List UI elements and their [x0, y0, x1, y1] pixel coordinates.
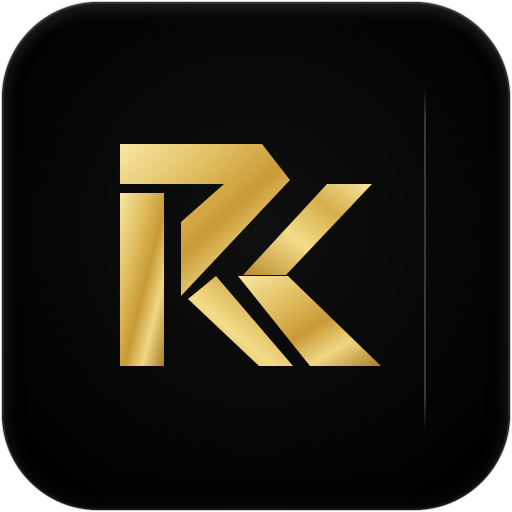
- rk-monogram-logo-icon: [120, 144, 381, 366]
- logo-stem-shape: [120, 193, 164, 366]
- app-icon-canvas: [0, 0, 512, 512]
